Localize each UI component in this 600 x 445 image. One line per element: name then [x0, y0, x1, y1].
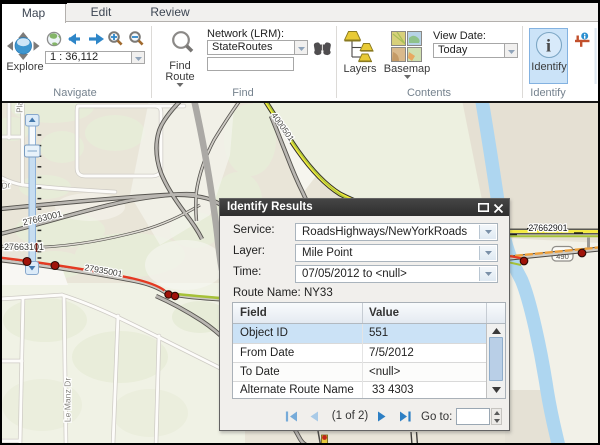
svg-text:27662901: 27662901: [528, 223, 567, 233]
svg-text:490: 490: [556, 252, 569, 261]
svg-text:Le Manz Dr: Le Manz Dr: [63, 378, 73, 423]
svg-text:27663101: 27663101: [4, 242, 44, 252]
svg-text:i: i: [546, 36, 551, 56]
